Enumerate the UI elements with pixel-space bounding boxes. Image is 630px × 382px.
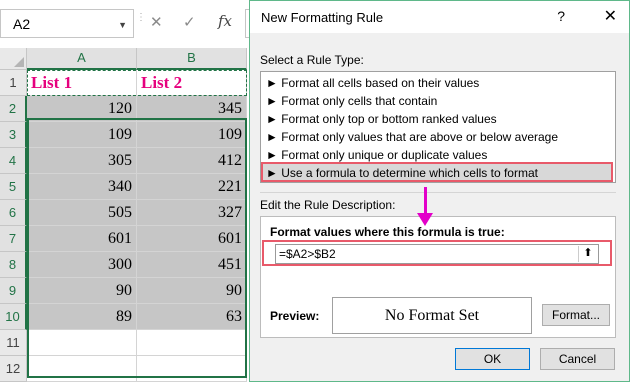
cancel-formula-icon[interactable]: ✕	[150, 13, 163, 31]
collapse-dialog-icon[interactable]: ⬆	[578, 246, 597, 262]
cell-b7[interactable]: 601	[137, 226, 247, 252]
help-button[interactable]: ?	[557, 8, 565, 24]
row-header-12[interactable]: 12	[0, 356, 27, 382]
row-header-8[interactable]: 8	[0, 252, 27, 278]
cell-b2[interactable]: 345	[137, 96, 247, 122]
rule-type-item-selected[interactable]: ► Use a formula to determine which cells…	[263, 164, 611, 182]
enter-formula-icon[interactable]: ✓	[183, 13, 196, 31]
cell-b1[interactable]: List 2	[137, 70, 247, 96]
row-header-1[interactable]: 1	[0, 70, 27, 96]
cell-b9[interactable]: 90	[137, 278, 247, 304]
select-all-button[interactable]	[0, 48, 27, 70]
select-rule-type-label: Select a Rule Type:	[260, 53, 364, 67]
formula-field-value: =$A2>$B2	[279, 247, 336, 261]
name-box-value: A2	[13, 16, 31, 32]
cell-a11[interactable]	[27, 330, 137, 356]
cell-a8[interactable]: 300	[27, 252, 137, 278]
cell-b5[interactable]: 221	[137, 174, 247, 200]
cell-a6[interactable]: 505	[27, 200, 137, 226]
row-header-6[interactable]: 6	[0, 200, 27, 226]
cell-a2[interactable]: 120	[27, 96, 137, 122]
cell-a7[interactable]: 601	[27, 226, 137, 252]
rule-type-list[interactable]: ► Format all cells based on their values…	[260, 71, 616, 183]
formula-label: Format values where this formula is true…	[270, 225, 505, 239]
name-box[interactable]: A2 ▼	[0, 9, 134, 38]
annotation-arrow-shaft	[424, 187, 427, 216]
cell-a12[interactable]	[27, 356, 137, 382]
formula-field[interactable]: =$A2>$B2 ⬆	[275, 244, 599, 264]
new-formatting-rule-dialog: New Formatting Rule ? ✕ Select a Rule Ty…	[249, 0, 630, 382]
select-all-icon	[14, 57, 24, 67]
dialog-title-bar[interactable]: New Formatting Rule ? ✕	[250, 1, 629, 33]
rule-type-item[interactable]: ► Format only top or bottom ranked value…	[266, 110, 497, 128]
dialog-title: New Formatting Rule	[261, 10, 384, 25]
preview-box: No Format Set	[332, 297, 532, 334]
cell-a5[interactable]: 340	[27, 174, 137, 200]
preview-label: Preview:	[270, 309, 320, 323]
cell-b11[interactable]	[137, 330, 247, 356]
row-header-9[interactable]: 9	[0, 278, 27, 304]
edit-rule-description-label: Edit the Rule Description:	[260, 198, 396, 212]
row-header-10[interactable]: 10	[0, 304, 27, 330]
rule-type-item[interactable]: ► Format only unique or duplicate values	[266, 146, 487, 164]
cell-a3[interactable]: 109	[27, 122, 137, 148]
cell-b3[interactable]: 109	[137, 122, 247, 148]
column-header-b[interactable]: B	[137, 48, 247, 70]
cell-a9[interactable]: 90	[27, 278, 137, 304]
insert-function-icon[interactable]: fx	[218, 12, 232, 30]
rule-description-panel: Format values where this formula is true…	[260, 216, 616, 338]
formula-bar-grip-icon: ⋮	[136, 12, 146, 23]
rule-type-item[interactable]: ► Format only cells that contain	[266, 92, 437, 110]
cell-b8[interactable]: 451	[137, 252, 247, 278]
row-header-4[interactable]: 4	[0, 148, 27, 174]
cell-b4[interactable]: 412	[137, 148, 247, 174]
divider	[260, 192, 616, 193]
row-header-3[interactable]: 3	[0, 122, 27, 148]
arrow-down-icon	[417, 213, 433, 226]
cell-b6[interactable]: 327	[137, 200, 247, 226]
chevron-down-icon[interactable]: ▼	[118, 20, 127, 30]
column-header-a[interactable]: A	[27, 48, 137, 70]
cancel-button[interactable]: Cancel	[540, 348, 615, 370]
rule-type-item[interactable]: ► Format only values that are above or b…	[266, 128, 558, 146]
cell-a1[interactable]: List 1	[27, 70, 137, 96]
row-header-11[interactable]: 11	[0, 330, 27, 356]
ok-button[interactable]: OK	[455, 348, 530, 370]
format-button[interactable]: Format...	[542, 304, 610, 326]
row-header-2[interactable]: 2	[0, 96, 27, 122]
row-header-7[interactable]: 7	[0, 226, 27, 252]
rule-type-item[interactable]: ► Format all cells based on their values	[266, 74, 479, 92]
row-header-5[interactable]: 5	[0, 174, 27, 200]
cell-a10[interactable]: 89	[27, 304, 137, 330]
close-button[interactable]: ✕	[604, 6, 617, 26]
cell-a4[interactable]: 305	[27, 148, 137, 174]
cell-b12[interactable]	[137, 356, 247, 382]
cell-b10[interactable]: 63	[137, 304, 247, 330]
